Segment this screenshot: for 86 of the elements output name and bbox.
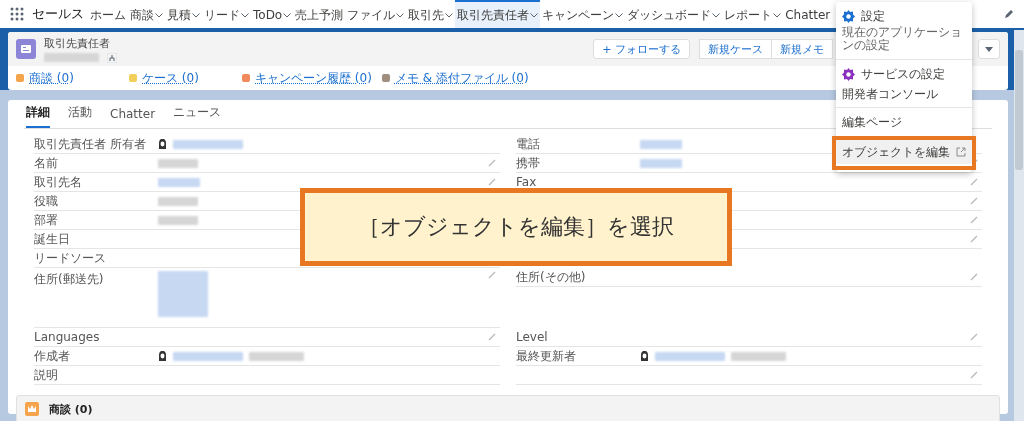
action-button[interactable]: 新規メモ: [771, 39, 833, 59]
field-label: 住所(その他): [516, 268, 587, 286]
field-label: Languages: [34, 330, 101, 344]
field-label: 作成者: [34, 347, 71, 365]
caret-icon[interactable]: [445, 12, 454, 18]
field-label: 名前: [34, 154, 59, 172]
callout: ［オブジェクトを編集］を選択: [300, 188, 732, 266]
field-label: 住所(郵送先): [34, 271, 105, 288]
field-label: 最終更新者: [516, 347, 577, 365]
user-icon: [158, 139, 167, 149]
nav-tab[interactable]: レポート: [722, 0, 784, 28]
nav-tab[interactable]: リード: [202, 0, 251, 28]
menu-item[interactable]: オブジェクトを編集: [836, 140, 972, 164]
nav-tab[interactable]: Chatter: [783, 0, 833, 28]
related-list-link[interactable]: キャンペーン履歴 (0): [255, 69, 372, 87]
hierarchy-icon[interactable]: [107, 52, 117, 63]
nav-tab[interactable]: ToDo: [251, 0, 294, 28]
object-label: 取引先責任者: [44, 35, 111, 51]
blurred-value: [655, 351, 725, 361]
blurred-value: [640, 139, 682, 149]
menu-item[interactable]: サービスの設定: [836, 64, 972, 84]
nav-tab[interactable]: ホーム: [88, 0, 128, 28]
field-label: 取引先責任者 所有者: [34, 135, 147, 153]
blurred-value: [158, 158, 198, 168]
blurred-value: [173, 351, 243, 361]
nav-tab[interactable]: ダッシュボード: [625, 0, 723, 28]
menu-item[interactable]: 設定: [836, 8, 972, 24]
external-link-icon: [956, 147, 966, 157]
field-label: 電話: [516, 135, 541, 153]
pencil-icon[interactable]: [1004, 9, 1014, 19]
crown-icon: [25, 402, 39, 416]
app-name: セールス: [32, 5, 84, 23]
action-button[interactable]: 新規ケース: [699, 39, 772, 59]
caret-icon[interactable]: [396, 12, 405, 18]
menu-item-description: 現在のアプリケーションの設定: [841, 24, 963, 54]
nav-tab[interactable]: 売上予測: [293, 0, 346, 28]
caret-icon[interactable]: [712, 12, 721, 18]
blurred-address: [158, 271, 208, 317]
user-icon: [158, 351, 167, 361]
blurred-value: [173, 139, 243, 149]
nav-tab[interactable]: 取引先責任者: [455, 0, 541, 28]
menu-item[interactable]: 編集ページ: [836, 112, 972, 132]
nav-tab[interactable]: キャンペーン: [540, 0, 626, 28]
blurred-name: [44, 53, 99, 62]
menu-item[interactable]: 開発者コンソール: [836, 84, 972, 104]
nav-tab[interactable]: ファイル: [345, 0, 407, 28]
field-label: リードソース: [34, 249, 107, 267]
caret-icon[interactable]: [615, 12, 624, 18]
caret-icon[interactable]: [530, 12, 539, 18]
follow-button[interactable]: + フォローする: [593, 39, 690, 59]
field-label: Level: [516, 330, 549, 344]
detail-tab[interactable]: Chatter: [110, 107, 156, 128]
related-list-link[interactable]: メモ & 添付ファイル (0): [394, 69, 529, 87]
related-list-title[interactable]: 商談 (0): [49, 401, 93, 417]
blurred-value: [249, 351, 304, 361]
blurred-value: [158, 177, 200, 187]
nav-tab[interactable]: 商談: [128, 0, 165, 28]
caret-icon[interactable]: [241, 12, 249, 18]
nav-tab[interactable]: 見積: [165, 0, 202, 28]
detail-tab[interactable]: ニュース: [173, 104, 222, 128]
field-label: 役職: [34, 192, 59, 210]
app-launcher-icon[interactable]: [10, 7, 24, 21]
related-list-link[interactable]: 商談 (0): [29, 69, 74, 87]
field-label: Fax: [516, 175, 538, 189]
field-label: 誕生日: [34, 230, 71, 248]
contact-card-icon: [16, 39, 36, 59]
field-label: 携帯: [516, 154, 541, 172]
related-list-link[interactable]: ケース (0): [142, 69, 199, 87]
field-label: 部署: [34, 211, 59, 229]
caret-icon[interactable]: [283, 12, 292, 18]
field-label: 説明: [34, 366, 59, 384]
user-icon: [640, 351, 649, 361]
blurred-value: [158, 215, 198, 225]
detail-tab[interactable]: 活動: [68, 104, 92, 128]
more-actions-button[interactable]: [978, 39, 1000, 59]
detail-tab[interactable]: 詳細: [26, 104, 50, 128]
blurred-value: [731, 351, 786, 361]
caret-icon[interactable]: [192, 12, 200, 18]
field-label: 取引先名: [34, 173, 83, 191]
nav-tab[interactable]: 取引先: [406, 0, 456, 28]
caret-icon: [985, 46, 993, 52]
caret-icon[interactable]: [773, 12, 782, 18]
caret-icon[interactable]: [155, 12, 163, 18]
blurred-value: [640, 158, 682, 168]
blurred-value: [158, 196, 198, 206]
scrollbar[interactable]: [1014, 30, 1024, 421]
